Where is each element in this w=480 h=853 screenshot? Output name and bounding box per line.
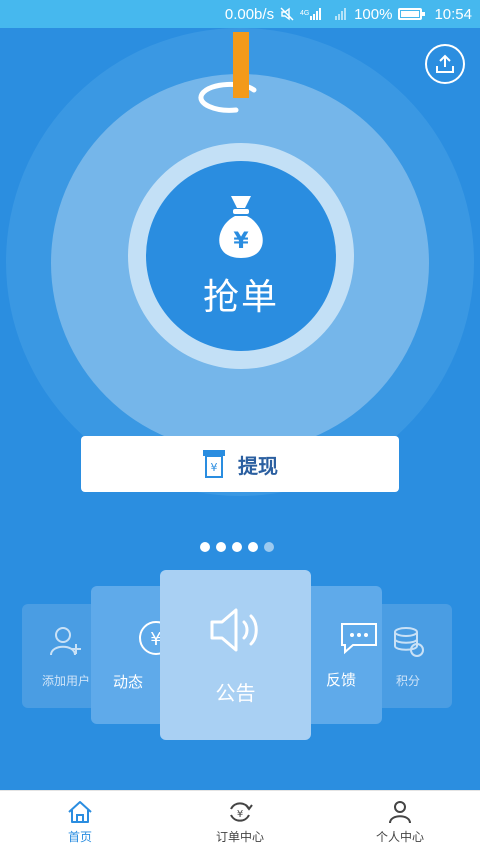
carousel-dot[interactable] [248,542,258,552]
tab-home[interactable]: 首页 [0,791,160,853]
card-feedback[interactable]: 反馈 [300,586,382,724]
order-cycle-icon: ¥ [230,801,253,822]
chat-bubble-icon [341,622,377,654]
speaker-icon [210,608,258,651]
svg-text:¥: ¥ [211,461,218,474]
money-bag-icon: ¥ [219,196,263,258]
tab-profile-label: 个人中心 [375,829,424,844]
mute-icon [280,7,294,21]
card-add-user-label: 添加用户 [41,673,90,688]
signal-icon: 4G [300,7,328,21]
card-dynamics-label: 动态 [112,672,143,691]
signal-weak-icon [334,7,348,21]
pointer-needle [233,32,249,98]
tab-orders-label: 订单中心 [215,829,264,844]
status-bar: 0.00b/s 4G 100% 10:54 [0,0,480,28]
carousel-dot[interactable] [216,542,226,552]
card-announcement[interactable]: 公告 [160,570,311,740]
carousel-dot[interactable] [232,542,242,552]
person-icon [389,800,411,823]
bottom-tab-bar: 首页 ¥ 订单中心 个人中心 [0,790,480,853]
logo-arc-icon [198,82,257,113]
main-area: ¥ 抢单 ¥ 提现 添加用户 积分 ¥ 动态 反馈 公告 [0,28,480,790]
battery-icon [398,8,426,20]
home-icon [68,800,92,823]
card-announcement-label: 公告 [215,680,256,705]
upload-icon [436,54,454,73]
tab-profile[interactable]: 个人中心 [320,791,480,853]
svg-text:¥: ¥ [233,229,249,254]
battery-percent: 100% [354,5,393,23]
card-points-label: 积分 [395,673,420,688]
svg-text:4G: 4G [300,10,309,17]
tab-orders[interactable]: ¥ 订单中心 [160,791,320,853]
svg-text:¥: ¥ [237,809,243,820]
carousel-dot-active[interactable] [264,542,274,552]
withdraw-button[interactable]: ¥ 提现 [81,436,399,492]
clock: 10:54 [434,5,472,23]
withdraw-label: 提现 [238,453,278,478]
share-upload-button[interactable] [425,44,465,84]
coins-stack-icon [394,626,424,657]
grab-order-label: 抢单 [202,277,279,318]
card-feedback-label: 反馈 [325,670,356,689]
grab-order-button[interactable]: ¥ 抢单 [146,161,336,351]
tab-home-label: 首页 [67,829,92,844]
carousel-indicator [200,542,280,552]
network-speed: 0.00b/s [224,5,275,23]
carousel-dot[interactable] [200,542,210,552]
add-user-icon [50,626,81,655]
atm-card-icon: ¥ [203,450,225,478]
